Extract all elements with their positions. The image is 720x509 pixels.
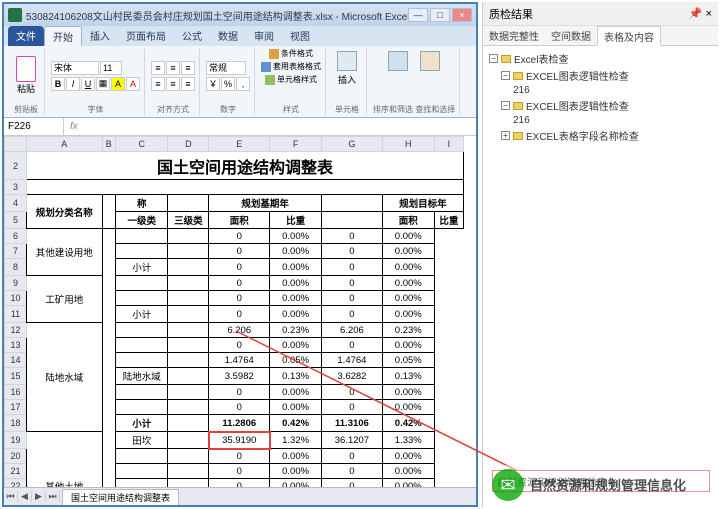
sheet-tab-active[interactable]: 国土空间用途结构调整表 xyxy=(62,489,179,505)
align-right[interactable]: ≡ xyxy=(181,77,195,91)
sheet-nav-prev[interactable]: ◀ xyxy=(18,491,32,502)
sort-filter-button[interactable] xyxy=(383,51,413,101)
cond-format-button[interactable]: 条件格式 xyxy=(269,48,313,59)
fx-icon[interactable]: fx xyxy=(64,121,84,132)
group-edit: 排序和筛选 查找和选择 xyxy=(369,48,460,115)
callout-text: 自然资源和规划管理信息化 xyxy=(497,474,617,489)
maximize-button[interactable]: □ xyxy=(430,8,450,22)
fontcolor-button[interactable]: A xyxy=(126,77,140,91)
underline-button[interactable]: U xyxy=(81,77,95,91)
qc-panel: 质检结果 📌 × 数据完整性 空间数据 表格及内容 −Excel表检查 −EXC… xyxy=(482,2,718,507)
align-center[interactable]: ≡ xyxy=(166,77,180,91)
tab-view[interactable]: 视图 xyxy=(282,26,318,46)
tree-node-3[interactable]: +EXCEL表格字段名称检查 xyxy=(489,127,712,144)
bold-button[interactable]: B xyxy=(51,77,65,91)
align-bot[interactable]: ≡ xyxy=(181,61,195,75)
tree-node-1[interactable]: −EXCEL图表逻辑性检查 xyxy=(489,67,712,84)
insert-button[interactable]: 插入 xyxy=(332,51,362,101)
font-name-input[interactable] xyxy=(51,61,99,75)
file-tab[interactable]: 文件 xyxy=(8,26,44,46)
number-format[interactable] xyxy=(206,61,246,75)
result-tree[interactable]: −Excel表检查 −EXCEL图表逻辑性检查 216 −EXCEL图表逻辑性检… xyxy=(483,46,718,507)
window-title: 530824106208文山村民委员会村庄规划国土空间用途结构调整表.xlsx … xyxy=(26,8,408,23)
tree-leaf-1[interactable]: 216 xyxy=(489,84,712,97)
align-mid[interactable]: ≡ xyxy=(166,61,180,75)
tab-formulas[interactable]: 公式 xyxy=(174,26,210,46)
sheet-tabs: ⏮ ◀ ▶ ⏭ 国土空间用途结构调整表 xyxy=(4,487,476,505)
tab-review[interactable]: 审阅 xyxy=(246,26,282,46)
pin-icon[interactable]: 📌 xyxy=(689,8,703,20)
name-box[interactable]: F226 xyxy=(4,118,64,135)
panel-tab-integrity[interactable]: 数据完整性 xyxy=(483,26,545,45)
panel-tabs: 数据完整性 空间数据 表格及内容 xyxy=(483,26,718,46)
close-button[interactable]: × xyxy=(452,8,472,22)
minimize-button[interactable]: — xyxy=(408,8,428,22)
excel-window: 530824106208文山村民委员会村庄规划国土空间用途结构调整表.xlsx … xyxy=(2,2,478,507)
tab-home[interactable]: 开始 xyxy=(44,26,82,46)
sheet-nav-first[interactable]: ⏮ xyxy=(4,491,18,502)
percent-button[interactable]: % xyxy=(221,77,235,91)
tree-node-2[interactable]: −EXCEL图表逻辑性检查 xyxy=(489,97,712,114)
font-size-input[interactable] xyxy=(100,61,122,75)
currency-button[interactable]: ￥ xyxy=(206,77,220,91)
group-style: 条件格式 套用表格格式 单元格样式 样式 xyxy=(257,48,326,115)
ribbon: 粘贴 剪贴板 B I U ▦ A A xyxy=(4,46,476,118)
cell-style-button[interactable]: 单元格样式 xyxy=(265,74,317,85)
ribbon-tabs: 文件 开始 插入 页面布局 公式 数据 审阅 视图 xyxy=(4,26,476,46)
find-select-button[interactable] xyxy=(415,51,445,101)
sheet-nav-next[interactable]: ▶ xyxy=(32,491,46,502)
fillcolor-button[interactable]: A xyxy=(111,77,125,91)
group-number: ￥ % , 数字 xyxy=(202,48,255,115)
group-align: ≡ ≡ ≡ ≡ ≡ ≡ 对齐方式 xyxy=(147,48,200,115)
as-table-button[interactable]: 套用表格格式 xyxy=(261,61,321,72)
group-clipboard: 粘贴 剪贴板 xyxy=(8,48,45,115)
tree-root[interactable]: −Excel表检查 xyxy=(489,50,712,67)
formula-bar: F226 fx xyxy=(4,118,476,136)
italic-button[interactable]: I xyxy=(66,77,80,91)
sheet-nav-last[interactable]: ⏭ xyxy=(46,491,60,502)
callout-box: 自然资源和规划管理信息化 xyxy=(492,470,710,492)
border-button[interactable]: ▦ xyxy=(96,77,110,91)
comma-button[interactable]: , xyxy=(236,77,250,91)
paste-button[interactable]: 粘贴 xyxy=(12,51,40,101)
worksheet[interactable]: ABC DEF GHI 2国土空间用途结构调整表34 规划分类名称 称 规划基期… xyxy=(4,136,464,487)
group-font: B I U ▦ A A 字体 xyxy=(47,48,145,115)
tab-pagelayout[interactable]: 页面布局 xyxy=(118,26,174,46)
tree-leaf-2[interactable]: 216 xyxy=(489,114,712,127)
group-cells: 插入 单元格 xyxy=(328,48,367,115)
panel-title-text: 质检结果 xyxy=(489,6,533,22)
align-top[interactable]: ≡ xyxy=(151,61,165,75)
align-left[interactable]: ≡ xyxy=(151,77,165,91)
worksheet-area[interactable]: ABC DEF GHI 2国土空间用途结构调整表34 规划分类名称 称 规划基期… xyxy=(4,136,476,487)
titlebar: 530824106208文山村民委员会村庄规划国土空间用途结构调整表.xlsx … xyxy=(4,4,476,26)
tab-data[interactable]: 数据 xyxy=(210,26,246,46)
panel-titlebar: 质检结果 📌 × xyxy=(483,2,718,26)
tab-insert[interactable]: 插入 xyxy=(82,26,118,46)
panel-tab-content[interactable]: 表格及内容 xyxy=(597,26,661,46)
paste-icon xyxy=(16,56,36,82)
panel-close-button[interactable]: × xyxy=(706,8,712,20)
excel-icon xyxy=(8,8,22,22)
panel-tab-spatial[interactable]: 空间数据 xyxy=(545,26,597,45)
